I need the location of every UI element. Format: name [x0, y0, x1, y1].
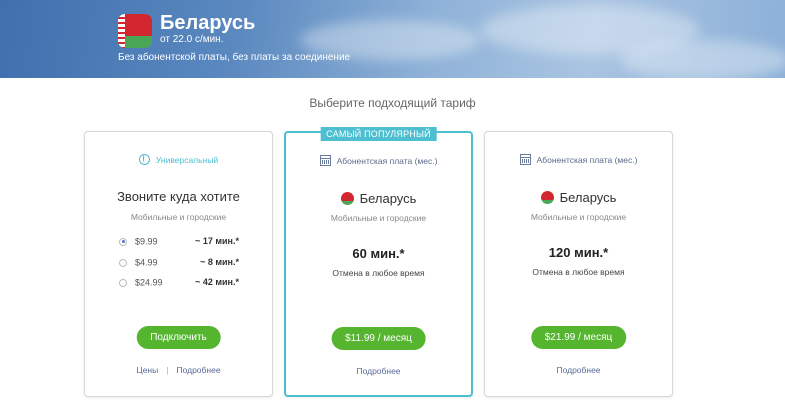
- card-links: Подробнее: [485, 365, 672, 375]
- globe-icon: [138, 154, 150, 166]
- tariff-type: Универсальный: [85, 154, 272, 166]
- minutes-amount: 120 мин.*: [548, 245, 609, 260]
- tariff-card-120: Абонентская плата (мес.) Беларусь Мобиль…: [484, 131, 673, 397]
- price-option[interactable]: $24.99 ~ 42 мин.*: [119, 277, 239, 288]
- cancel-note: Отмена в любое время: [532, 267, 625, 277]
- option-minutes: ~ 42 мин.*: [195, 277, 239, 287]
- option-price: $4.99: [135, 257, 158, 268]
- link-separator: |: [166, 365, 169, 375]
- card-links: Подробнее: [286, 366, 471, 376]
- cancel-note: Отмена в любое время: [332, 268, 425, 278]
- details-link[interactable]: Подробнее: [356, 366, 400, 376]
- radio-icon[interactable]: [119, 278, 127, 287]
- country-title: Беларусь: [160, 12, 256, 34]
- radio-icon[interactable]: [119, 258, 127, 267]
- card-country: Беларусь: [485, 189, 672, 205]
- belarus-flag-icon: [340, 192, 354, 206]
- card-links: Цены | Подробнее: [85, 365, 272, 375]
- hero-banner: Беларусь от 22.0 с/мин. Без абонентской …: [0, 0, 785, 78]
- option-minutes: ~ 8 мин.*: [200, 257, 239, 267]
- tariff-type: Абонентская плата (мес.): [286, 155, 471, 167]
- card-subtitle: Мобильные и городские: [530, 212, 627, 222]
- tariff-type-label: Абонентская плата (мес.): [336, 155, 438, 166]
- details-link[interactable]: Подробнее: [176, 365, 220, 375]
- card-subtitle: Мобильные и городские: [330, 213, 427, 223]
- card-title: Звоните куда хотите: [117, 189, 240, 204]
- section-title: Выберите подходящий тариф: [309, 96, 476, 110]
- belarus-flag-icon: [118, 14, 152, 48]
- minutes-amount: 60 мин.*: [352, 246, 405, 261]
- connect-button[interactable]: Подключить: [136, 326, 221, 349]
- option-price: $24.99: [135, 277, 163, 288]
- popular-badge: САМЫЙ ПОПУЛЯРНЫЙ: [320, 127, 437, 141]
- tariff-card-popular: САМЫЙ ПОПУЛЯРНЫЙ Абонентская плата (мес.…: [284, 127, 473, 397]
- calendar-icon: [319, 155, 331, 167]
- card-country: Беларусь: [286, 190, 471, 206]
- calendar-icon: [519, 154, 531, 166]
- tariff-type-label: Абонентская плата (мес.): [536, 154, 638, 165]
- tariff-type-label: Универсальный: [155, 154, 219, 165]
- card-subtitle: Мобильные и городские: [130, 212, 227, 222]
- radio-icon[interactable]: [119, 237, 127, 246]
- belarus-flag-icon: [540, 191, 554, 205]
- option-price: $9.99: [135, 236, 158, 247]
- option-minutes: ~ 17 мин.*: [195, 236, 239, 246]
- tariff-type: Абонентская плата (мес.): [485, 154, 672, 166]
- country-label: Беларусь: [359, 191, 417, 207]
- cloud-decoration: [620, 40, 785, 78]
- subscribe-button[interactable]: $11.99 / месяц: [331, 327, 426, 350]
- prices-link[interactable]: Цены: [136, 365, 158, 375]
- rate-text: от 22.0 с/мин.: [160, 34, 224, 45]
- price-option[interactable]: $4.99 ~ 8 мин.*: [119, 257, 239, 268]
- details-link[interactable]: Подробнее: [556, 365, 600, 375]
- country-label: Беларусь: [559, 190, 617, 206]
- tariff-card-universal: Универсальный Звоните куда хотите Мобиль…: [84, 131, 273, 397]
- hero-subtitle: Без абонентской платы, без платы за соед…: [118, 52, 351, 63]
- price-option[interactable]: $9.99 ~ 17 мин.*: [119, 236, 239, 247]
- subscribe-button[interactable]: $21.99 / месяц: [530, 326, 627, 349]
